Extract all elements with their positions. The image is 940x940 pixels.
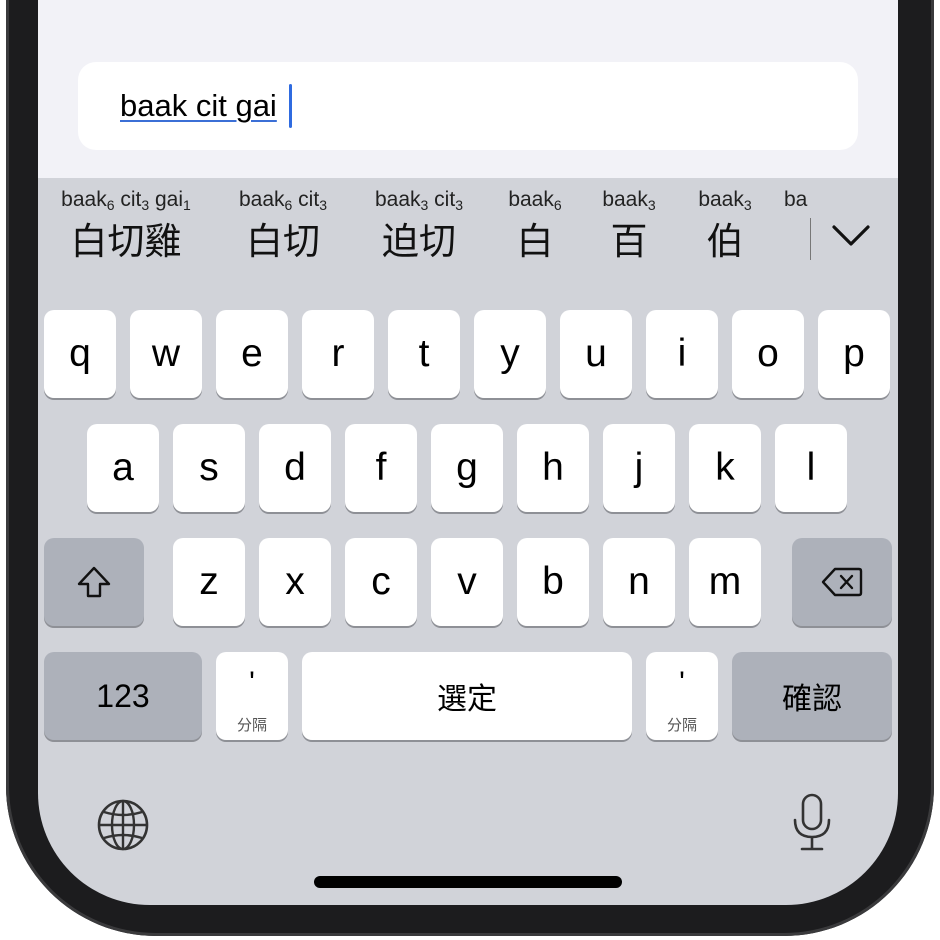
key-p[interactable]: p [818, 310, 890, 398]
key-k[interactable]: k [689, 424, 761, 512]
globe-icon[interactable] [96, 798, 150, 852]
candidate-item[interactable]: baak3 伯 [688, 178, 762, 265]
chevron-down-icon[interactable] [828, 213, 874, 259]
delete-key[interactable] [792, 538, 892, 626]
numbers-key[interactable]: 123 [44, 652, 202, 740]
key-d[interactable]: d [259, 424, 331, 512]
key-h[interactable]: h [517, 424, 589, 512]
key-e[interactable]: e [216, 310, 288, 398]
home-indicator[interactable] [314, 876, 622, 888]
key-n[interactable]: n [603, 538, 675, 626]
candidate-hanzi: 白切雞 [70, 220, 182, 263]
delete-icon [821, 567, 863, 597]
key-f[interactable]: f [345, 424, 417, 512]
separator-label: 分隔 [236, 716, 267, 734]
separator-key[interactable]: ' 分隔 [646, 652, 718, 740]
candidate-item[interactable]: baak3 百 [592, 178, 666, 265]
key-z[interactable]: z [173, 538, 245, 626]
separator-symbol: ' [249, 666, 255, 699]
key-m[interactable]: m [689, 538, 761, 626]
candidate-jyutping: baak6 cit3 [239, 188, 327, 213]
separator-key[interactable]: ' 分隔 [216, 652, 288, 740]
key-b[interactable]: b [517, 538, 589, 626]
candidate-jyutping: baak3 [698, 188, 752, 213]
candidate-hanzi: 白 [516, 220, 554, 263]
key-u[interactable]: u [560, 310, 632, 398]
key-v[interactable]: v [431, 538, 503, 626]
candidate-jyutping: baak6 cit3 gai1 [61, 188, 191, 213]
key-w[interactable]: w [130, 310, 202, 398]
candidate-jyutping: baak3 cit3 [375, 188, 463, 213]
separator-symbol: ' [679, 666, 685, 699]
key-j[interactable]: j [603, 424, 675, 512]
key-o[interactable]: o [732, 310, 804, 398]
key-s[interactable]: s [173, 424, 245, 512]
candidate-item[interactable]: ba [784, 178, 810, 212]
candidate-item[interactable]: baak6 白 [496, 178, 574, 265]
candidate-item[interactable]: baak6 cit3 gai1 白切雞 [42, 178, 210, 265]
key-x[interactable]: x [259, 538, 331, 626]
key-c[interactable]: c [345, 538, 417, 626]
key-l[interactable]: l [775, 424, 847, 512]
shift-icon [77, 566, 111, 598]
key-q[interactable]: q [44, 310, 116, 398]
candidate-hanzi: 白切 [246, 220, 320, 263]
text-input-field[interactable]: baak cit gai [78, 62, 858, 150]
candidate-bar: baak6 cit3 gai1 白切雞 baak6 cit3 白切 baak3 … [38, 178, 898, 273]
composing-text: baak cit gai [120, 88, 277, 123]
key-r[interactable]: r [302, 310, 374, 398]
app-area: baak cit gai [38, 0, 898, 178]
key-t[interactable]: t [388, 310, 460, 398]
candidate-hanzi: 迫切 [382, 220, 456, 263]
microphone-icon[interactable] [790, 792, 834, 854]
key-g[interactable]: g [431, 424, 503, 512]
space-key[interactable]: 選定 [302, 652, 632, 740]
candidate-jyutping: baak3 [602, 188, 656, 213]
candidate-jyutping: baak6 [508, 188, 562, 213]
candidate-item[interactable]: baak3 cit3 迫切 [360, 178, 478, 265]
candidate-divider [810, 218, 811, 260]
key-a[interactable]: a [87, 424, 159, 512]
separator-label: 分隔 [666, 716, 697, 734]
screen: baak cit gai baak6 cit3 gai1 白切雞 baak6 c… [38, 0, 898, 905]
key-i[interactable]: i [646, 310, 718, 398]
candidate-hanzi: 百 [610, 220, 648, 263]
candidate-jyutping: ba [784, 188, 808, 211]
key-y[interactable]: y [474, 310, 546, 398]
shift-key[interactable] [44, 538, 144, 626]
text-cursor [289, 84, 292, 128]
return-key[interactable]: 確認 [732, 652, 892, 740]
candidate-hanzi: 伯 [706, 220, 744, 263]
candidate-item[interactable]: baak6 cit3 白切 [224, 178, 342, 265]
